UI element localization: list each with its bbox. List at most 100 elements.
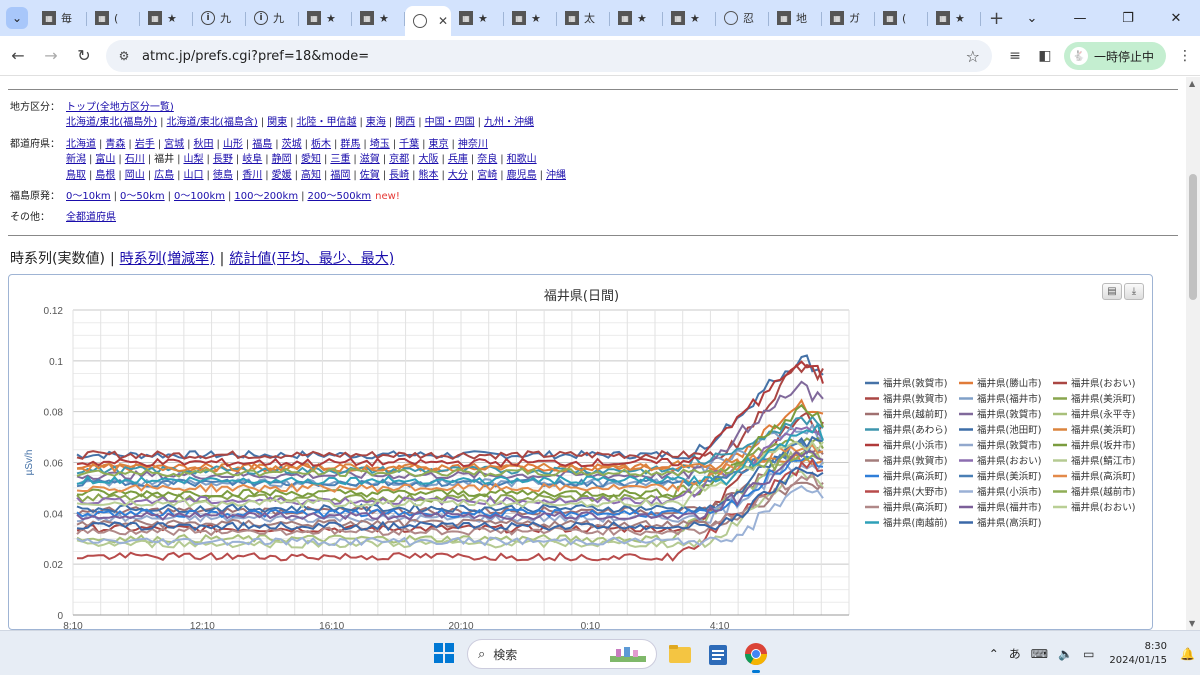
nav-link[interactable]: 神奈川 (458, 139, 488, 150)
nav-link[interactable]: 0〜100km (174, 191, 225, 202)
back-button[interactable]: ← (3, 41, 33, 71)
nav-link[interactable]: 東海 (366, 117, 386, 128)
maximize-button[interactable]: ❐ (1104, 0, 1152, 36)
browser-tab[interactable]: ▦ 太 (557, 3, 610, 33)
site-info-icon[interactable]: ⚙ (114, 46, 134, 66)
nav-link[interactable]: 広島 (154, 170, 174, 181)
nav-link[interactable]: 香川 (242, 170, 262, 181)
nav-link[interactable]: 島根 (95, 170, 115, 181)
nav-link[interactable]: 関西 (395, 117, 415, 128)
nav-link[interactable]: 群馬 (340, 139, 360, 150)
browser-tab[interactable]: ▦( (875, 3, 928, 33)
browser-tab[interactable]: ▦ ★ (663, 3, 716, 33)
tab-search-button[interactable]: ⌄ (6, 7, 28, 29)
nav-link[interactable]: 青森 (105, 139, 125, 150)
nav-link[interactable]: 宮城 (164, 139, 184, 150)
nav-link[interactable]: 愛知 (301, 154, 321, 165)
browser-tab[interactable]: i九 (246, 3, 299, 33)
nav-link[interactable]: 佐賀 (360, 170, 380, 181)
browser-tab[interactable]: ▦ 毎 (34, 3, 87, 33)
browser-tab[interactable]: ▦ 地 (769, 3, 822, 33)
page-scrollbar[interactable]: ▲ ▼ (1186, 77, 1200, 630)
nav-link[interactable]: 山形 (223, 139, 243, 150)
side-panel-icon[interactable]: ◧ (1030, 41, 1060, 71)
browser-tab[interactable]: ▦ ★ (610, 3, 663, 33)
nav-link[interactable]: 岩手 (135, 139, 155, 150)
volume-icon[interactable]: 🔈 (1058, 647, 1073, 661)
ime-indicator[interactable]: あ (1009, 645, 1021, 662)
nav-link[interactable]: 愛媛 (272, 170, 292, 181)
clock[interactable]: 8:30 2024/01/15 (1109, 640, 1167, 668)
nav-link[interactable]: 岐阜 (242, 154, 262, 165)
nav-link[interactable]: 北海道/東北(福島外) (66, 117, 157, 128)
more-menu-icon[interactable]: ⋮ (1170, 41, 1200, 71)
nav-link[interactable]: 100〜200km (234, 191, 298, 202)
browser-tab[interactable]: ▦ ★ (352, 3, 405, 33)
nav-link[interactable]: 北海道/東北(福島含) (167, 117, 258, 128)
nav-link[interactable]: 大阪 (419, 154, 439, 165)
nav-link[interactable]: 宮崎 (477, 170, 497, 181)
nav-link[interactable]: 石川 (125, 154, 145, 165)
browser-tab[interactable]: ▦ ★ (928, 3, 981, 33)
nav-link[interactable]: 栃木 (311, 139, 331, 150)
nav-link[interactable]: 熊本 (419, 170, 439, 181)
taskbar-search[interactable]: ⌕ 検索 (467, 639, 657, 669)
scroll-down-icon[interactable]: ▼ (1189, 619, 1195, 628)
nav-link[interactable]: 三重 (330, 154, 350, 165)
windows-start-icon[interactable] (434, 643, 454, 663)
chevron-down-icon[interactable]: ⌄ (1008, 0, 1056, 36)
mode-link-statistics[interactable]: 統計値(平均、最少、最大) (229, 251, 394, 267)
nav-link[interactable]: 沖縄 (546, 170, 566, 181)
notification-bell-icon[interactable]: 🔔 (1180, 647, 1195, 661)
close-tab-icon[interactable]: ✕ (438, 14, 448, 28)
nav-link[interactable]: 九州・沖縄 (484, 117, 534, 128)
nav-link[interactable]: 京都 (389, 154, 409, 165)
profile-pause-button[interactable]: 🐇 一時停止中 (1063, 42, 1166, 70)
nav-link[interactable]: 秋田 (194, 139, 214, 150)
nav-link[interactable]: 関東 (267, 117, 287, 128)
browser-tab[interactable]: ▦ ★ (504, 3, 557, 33)
nav-link[interactable]: 埼玉 (370, 139, 390, 150)
notepad-icon[interactable] (703, 639, 733, 669)
nav-link[interactable]: 岡山 (125, 170, 145, 181)
nav-link[interactable]: トップ(全地方区分一覧) (66, 102, 174, 113)
chrome-icon[interactable] (741, 639, 771, 673)
url-text[interactable]: atmc.jp/prefs.cgi?pref=18&mode= (142, 49, 369, 64)
nav-link[interactable]: 北海道 (66, 139, 96, 150)
file-explorer-icon[interactable] (665, 639, 695, 669)
reading-list-icon[interactable]: ≡ (1000, 41, 1030, 71)
nav-link[interactable]: 富山 (95, 154, 115, 165)
scrollbar-thumb[interactable] (1189, 174, 1197, 300)
nav-link[interactable]: 和歌山 (507, 154, 537, 165)
nav-link[interactable]: 大分 (448, 170, 468, 181)
nav-link[interactable]: 鳥取 (66, 170, 86, 181)
nav-link[interactable]: 鹿児島 (507, 170, 537, 181)
close-window-button[interactable]: ✕ (1152, 0, 1200, 36)
nav-link[interactable]: 北陸・甲信越 (296, 117, 356, 128)
scroll-up-icon[interactable]: ▲ (1189, 79, 1195, 88)
nav-link[interactable]: 東京 (429, 139, 449, 150)
nav-link[interactable]: 静岡 (272, 154, 292, 165)
nav-link[interactable]: 兵庫 (448, 154, 468, 165)
nav-link[interactable]: 高知 (301, 170, 321, 181)
browser-tab[interactable]: ▦( (87, 3, 140, 33)
browser-tab[interactable]: ▦ ★ (451, 3, 504, 33)
nav-link[interactable]: 山口 (184, 170, 204, 181)
nav-link[interactable]: 中国・四国 (425, 117, 475, 128)
nav-link[interactable]: 徳島 (213, 170, 233, 181)
nav-link[interactable]: 新潟 (66, 154, 86, 165)
browser-tab[interactable]: 忍 (716, 3, 769, 33)
browser-tab[interactable]: i九 (193, 3, 246, 33)
mode-link-change-rate[interactable]: 時系列(増減率) (120, 251, 215, 267)
reload-button[interactable]: ↻ (69, 41, 99, 71)
browser-tab[interactable]: ✕ (405, 6, 451, 36)
chevron-up-icon[interactable]: ⌃ (989, 647, 999, 661)
nav-link[interactable]: 山梨 (184, 154, 204, 165)
browser-tab[interactable]: ▦ ★ (299, 3, 352, 33)
battery-icon[interactable]: ▭ (1083, 647, 1094, 661)
nav-link[interactable]: 長野 (213, 154, 233, 165)
new-tab-button[interactable]: + (989, 8, 1004, 29)
nav-link[interactable]: 奈良 (477, 154, 497, 165)
nav-link[interactable]: 200〜500km (307, 191, 371, 202)
nav-link[interactable]: 福島 (252, 139, 272, 150)
